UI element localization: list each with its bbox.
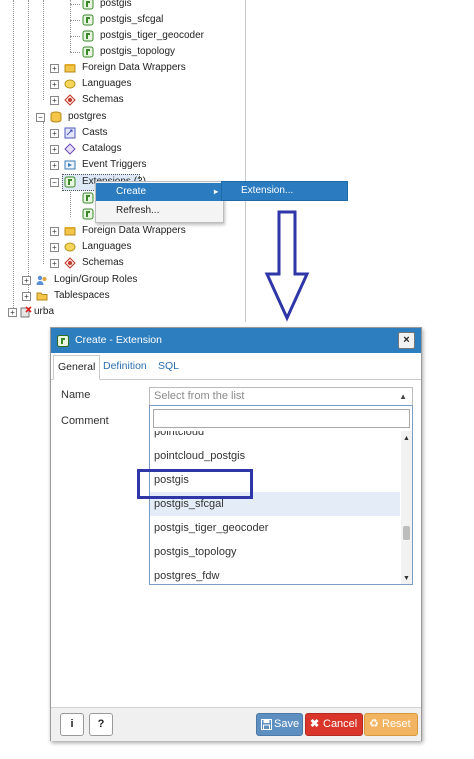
collapse-icon[interactable]: − (50, 178, 59, 187)
catalog-icon (64, 143, 76, 155)
expand-icon[interactable]: + (50, 64, 59, 73)
expand-icon[interactable]: + (50, 145, 59, 154)
panel-divider (245, 0, 246, 322)
tree-guide-line (70, 0, 71, 52)
recycle-icon: ♻ (369, 718, 379, 730)
close-button[interactable]: × (398, 332, 415, 349)
foreign-data-wrapper-icon (64, 227, 76, 236)
scroll-up-icon[interactable]: ▲ (403, 435, 410, 442)
scrollbar-thumb[interactable] (403, 526, 410, 540)
expand-icon[interactable]: + (50, 259, 59, 268)
dialog-title: Create - Extension (75, 334, 162, 346)
extension-icon (82, 14, 94, 26)
tree-guide-line (70, 189, 71, 217)
option-postgis-tiger-geocoder[interactable]: postgis_tiger_geocoder (150, 516, 400, 540)
caret-up-icon: ▲ (399, 392, 407, 401)
expand-icon[interactable]: + (50, 227, 59, 236)
extension-icon (82, 0, 94, 10)
roles-icon (36, 275, 47, 285)
submenu-extension[interactable]: Extension... (221, 181, 348, 201)
schema-icon (64, 257, 76, 269)
tree-guide-line (43, 122, 44, 264)
cancel-button[interactable]: ✖ Cancel (305, 713, 363, 736)
tab-general[interactable]: General (53, 355, 101, 380)
context-menu-create[interactable]: Create ▸ (96, 183, 223, 201)
create-extension-dialog: Create - Extension × General Definition … (50, 327, 422, 741)
context-menu-refresh[interactable]: Refresh... (96, 202, 223, 220)
extension-icon (82, 46, 94, 58)
expand-icon[interactable]: + (50, 80, 59, 89)
save-button[interactable]: Save (256, 713, 303, 736)
name-label: Name (61, 389, 91, 401)
scroll-down-icon[interactable]: ▼ (403, 575, 410, 582)
context-menu: Create ▸ Refresh... (95, 181, 224, 223)
server-disconnected-icon (20, 306, 32, 318)
help-button[interactable]: ? (89, 713, 113, 736)
annotation-highlight-box (137, 469, 253, 499)
foreign-data-wrapper-icon (64, 64, 76, 73)
option-postgis-topology[interactable]: postgis_topology (150, 540, 400, 564)
dropdown-search-input[interactable] (153, 409, 410, 428)
expand-icon[interactable]: + (50, 96, 59, 105)
collapse-icon[interactable]: − (36, 113, 45, 122)
tab-sql[interactable]: SQL (154, 355, 183, 378)
submenu-arrow-icon: ▸ (213, 187, 218, 196)
dialog-titlebar[interactable]: Create - Extension × (51, 328, 421, 353)
expand-icon[interactable]: + (50, 129, 59, 138)
extension-icon (64, 176, 76, 188)
expand-icon[interactable]: + (22, 276, 31, 285)
expand-icon[interactable]: + (50, 161, 59, 170)
reset-button[interactable]: ♻ Reset (364, 713, 418, 736)
expand-icon[interactable]: + (22, 292, 31, 301)
event-trigger-icon (64, 160, 76, 170)
annotation-down-arrow-icon (264, 210, 310, 322)
extension-icon (82, 30, 94, 42)
database-icon (50, 111, 62, 123)
save-icon (261, 719, 272, 730)
option-pointcloud-postgis[interactable]: pointcloud_postgis (150, 444, 400, 468)
name-select[interactable]: Select from the list ▲ (149, 387, 413, 406)
comment-label: Comment (61, 415, 109, 427)
dialog-footer: i ? Save ✖ Cancel ♻ Reset (51, 707, 421, 741)
dialog-tabs: General Definition SQL (51, 355, 421, 380)
languages-icon (64, 79, 76, 89)
languages-icon (64, 242, 76, 252)
tree-guide-line (13, 0, 14, 312)
tree-guide-line (28, 0, 29, 298)
extension-icon (82, 192, 94, 204)
close-icon: ✖ (310, 718, 320, 730)
tablespace-icon (36, 292, 48, 301)
schema-icon (64, 94, 76, 106)
expand-icon[interactable]: + (8, 308, 17, 317)
tree-guide-line (43, 0, 44, 100)
extension-icon (57, 335, 69, 347)
casts-icon (64, 127, 76, 139)
option-pointcloud[interactable]: pointcloud (150, 431, 400, 444)
dropdown-scrollbar[interactable]: ▲ ▼ (401, 431, 412, 584)
tab-definition[interactable]: Definition (99, 355, 151, 378)
object-browser-tree: postgis postgis_sfcgal postgis_tiger_geo… (0, 0, 246, 322)
info-button[interactable]: i (60, 713, 84, 736)
extension-icon (82, 208, 94, 220)
option-postgres-fdw[interactable]: postgres_fdw (150, 564, 400, 584)
dropdown-options: pointcloud pointcloud_postgis postgis po… (150, 431, 412, 584)
expand-icon[interactable]: + (50, 243, 59, 252)
